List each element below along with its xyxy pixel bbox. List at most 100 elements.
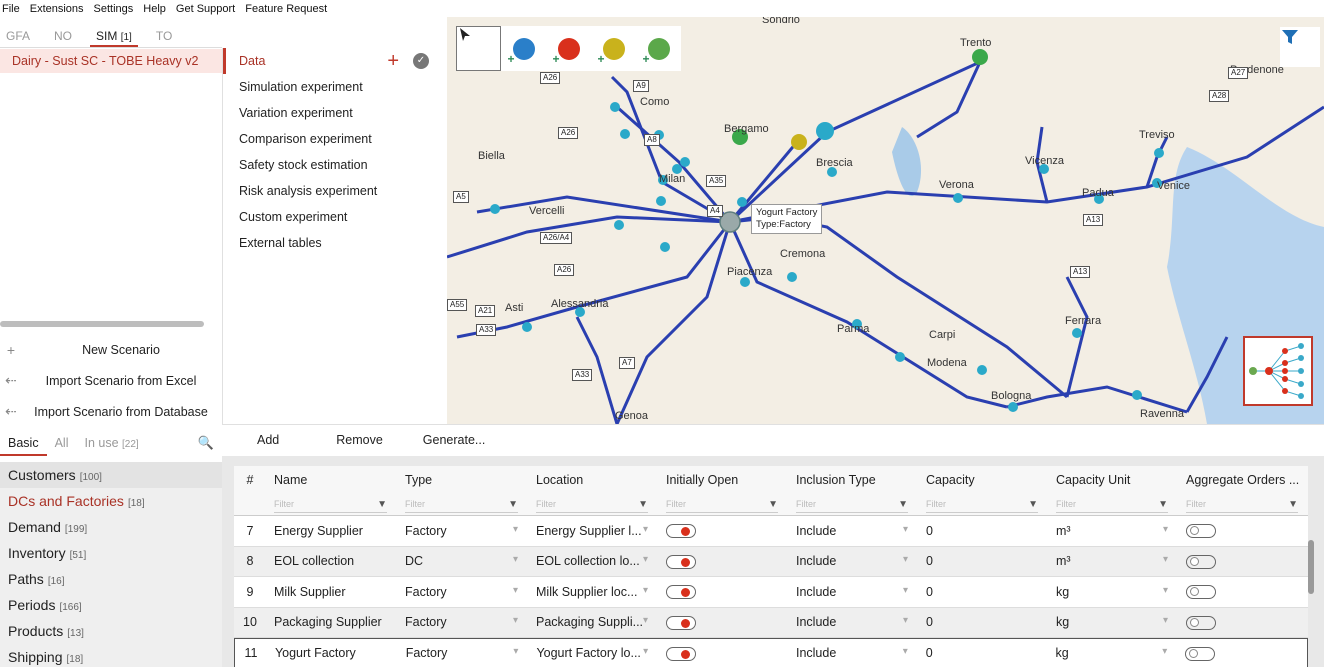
table-row[interactable]: 9 Milk SupplierFactoryMilk Supplier loc..… — [234, 577, 1308, 608]
initially-open-toggle[interactable] — [666, 615, 696, 630]
name-cell[interactable]: Energy Supplier — [266, 524, 397, 538]
horizontal-scrollbar[interactable] — [0, 321, 204, 327]
column-header[interactable]: Capacity — [918, 473, 1048, 487]
type-dropdown[interactable]: Factory — [397, 524, 528, 538]
menu-get-support[interactable]: Get Support — [176, 3, 235, 15]
location-dropdown[interactable]: Energy Supplier l... — [528, 524, 658, 538]
category-paths[interactable]: Paths [16] — [0, 566, 222, 592]
funnel-icon[interactable]: ▼ — [638, 499, 648, 510]
type-dropdown[interactable]: Factory — [397, 615, 528, 629]
capacity-cell[interactable]: 0 — [918, 646, 1048, 660]
generate-button[interactable]: Generate... — [423, 433, 486, 447]
name-cell[interactable]: Packaging Supplier — [266, 615, 397, 629]
add-button[interactable]: Add — [257, 433, 279, 447]
add-supplier-button[interactable] — [636, 26, 681, 71]
scenario-item[interactable]: Dairy - Sust SC - TOBE Heavy v2 — [0, 49, 222, 73]
aggregate-orders-toggle[interactable] — [1186, 585, 1216, 600]
column-header[interactable]: Initially Open — [658, 473, 788, 487]
location-dropdown[interactable]: EOL collection lo... — [528, 554, 658, 568]
capacity-unit-dropdown[interactable]: m³ — [1048, 554, 1178, 568]
experiment-custom[interactable]: Custom experiment — [223, 204, 447, 230]
column-header[interactable]: Inclusion Type — [788, 473, 918, 487]
column-header[interactable]: Name — [266, 473, 397, 487]
column-header[interactable]: Location — [528, 473, 658, 487]
category-demand[interactable]: Demand [199] — [0, 514, 222, 540]
capacity-unit-dropdown[interactable]: m³ — [1048, 524, 1178, 538]
map-view[interactable]: Sondrio Trento Pordenone Como Bergamo Bi… — [447, 17, 1324, 424]
funnel-icon[interactable]: ▼ — [768, 499, 778, 510]
name-cell[interactable]: EOL collection — [266, 554, 397, 568]
capacity-cell[interactable]: 0 — [918, 615, 1048, 629]
location-dropdown[interactable]: Yogurt Factory lo... — [528, 646, 658, 660]
remove-button[interactable]: Remove — [336, 433, 383, 447]
filter-input[interactable]: Filter ▼ — [926, 497, 1038, 513]
vertical-scrollbar[interactable] — [1308, 540, 1314, 594]
column-header[interactable]: Type — [397, 473, 528, 487]
funnel-icon[interactable]: ▼ — [377, 499, 387, 510]
menu-extensions[interactable]: Extensions — [30, 3, 84, 15]
filter-input[interactable]: Filter ▼ — [405, 497, 518, 513]
tab-to[interactable]: TO — [150, 25, 178, 47]
tab-no[interactable]: NO — [48, 25, 78, 47]
filter-input[interactable]: Filter ▼ — [536, 497, 648, 513]
initially-open-toggle[interactable] — [666, 585, 696, 600]
tab-in-use[interactable]: In use [22] — [76, 430, 146, 456]
inclusion-type-dropdown[interactable]: Include — [788, 646, 918, 660]
search-icon[interactable]: 🔍 — [198, 435, 214, 451]
tab-basic[interactable]: Basic — [0, 430, 47, 456]
capacity-unit-dropdown[interactable]: kg — [1048, 585, 1178, 599]
aggregate-orders-toggle[interactable] — [1186, 554, 1216, 569]
menu-feature-request[interactable]: Feature Request — [245, 3, 327, 15]
inclusion-type-dropdown[interactable]: Include — [788, 554, 918, 568]
location-dropdown[interactable]: Packaging Suppli... — [528, 615, 658, 629]
experiment-data[interactable]: Data + ✓ — [223, 48, 447, 74]
funnel-icon[interactable]: ▼ — [1028, 499, 1038, 510]
category-dcs-factories[interactable]: DCs and Factories [18] — [0, 488, 222, 514]
filter-input[interactable]: Filter ▼ — [796, 497, 908, 513]
inclusion-type-dropdown[interactable]: Include — [788, 585, 918, 599]
add-factory-button[interactable] — [546, 26, 591, 71]
funnel-icon[interactable]: ▼ — [508, 499, 518, 510]
add-customer-button[interactable] — [501, 26, 546, 71]
name-cell[interactable]: Yogurt Factory — [267, 646, 398, 660]
tab-all[interactable]: All — [47, 430, 77, 456]
type-dropdown[interactable]: DC — [397, 554, 528, 568]
menu-settings[interactable]: Settings — [94, 3, 134, 15]
funnel-icon[interactable]: ▼ — [898, 499, 908, 510]
check-icon[interactable]: ✓ — [413, 53, 429, 69]
category-inventory[interactable]: Inventory [51] — [0, 540, 222, 566]
capacity-cell[interactable]: 0 — [918, 585, 1048, 599]
column-header[interactable]: Aggregate Orders ... — [1178, 473, 1308, 487]
select-tool-button[interactable] — [456, 26, 501, 71]
new-scenario-button[interactable]: + New Scenario — [0, 334, 222, 365]
capacity-cell[interactable]: 0 — [918, 554, 1048, 568]
tab-gfa[interactable]: GFA — [0, 25, 36, 47]
category-customers[interactable]: Customers [100] — [0, 462, 222, 488]
capacity-unit-dropdown[interactable]: kg — [1048, 646, 1178, 660]
experiment-comparison[interactable]: Comparison experiment — [223, 126, 447, 152]
experiment-variation[interactable]: Variation experiment — [223, 100, 447, 126]
experiment-risk-analysis[interactable]: Risk analysis experiment — [223, 178, 447, 204]
inclusion-type-dropdown[interactable]: Include — [788, 524, 918, 538]
network-overview-button[interactable] — [1243, 336, 1313, 406]
column-header[interactable]: # — [234, 473, 266, 487]
type-dropdown[interactable]: Factory — [397, 585, 528, 599]
table-row[interactable]: 10 Packaging SupplierFactoryPackaging Sup… — [234, 607, 1308, 638]
map-filter-button[interactable] — [1280, 27, 1320, 67]
category-shipping[interactable]: Shipping [18] — [0, 644, 222, 667]
experiment-simulation[interactable]: Simulation experiment — [223, 74, 447, 100]
add-warehouse-button[interactable] — [591, 26, 636, 71]
funnel-icon[interactable]: ▼ — [1288, 499, 1298, 510]
table-row[interactable]: 7 Energy SupplierFactoryEnergy Supplier l… — [234, 516, 1308, 547]
filter-input[interactable]: Filter ▼ — [666, 497, 778, 513]
column-header[interactable]: Capacity Unit — [1048, 473, 1178, 487]
experiment-external-tables[interactable]: External tables — [223, 230, 447, 256]
initially-open-toggle[interactable] — [666, 646, 697, 661]
add-icon[interactable]: + — [387, 51, 399, 71]
capacity-unit-dropdown[interactable]: kg — [1048, 615, 1178, 629]
import-excel-button[interactable]: ⇠ Import Scenario from Excel — [0, 365, 222, 396]
filter-input[interactable]: Filter ▼ — [274, 497, 387, 513]
initially-open-toggle[interactable] — [666, 524, 696, 539]
aggregate-orders-toggle[interactable] — [1185, 646, 1216, 661]
experiment-safety-stock[interactable]: Safety stock estimation — [223, 152, 447, 178]
